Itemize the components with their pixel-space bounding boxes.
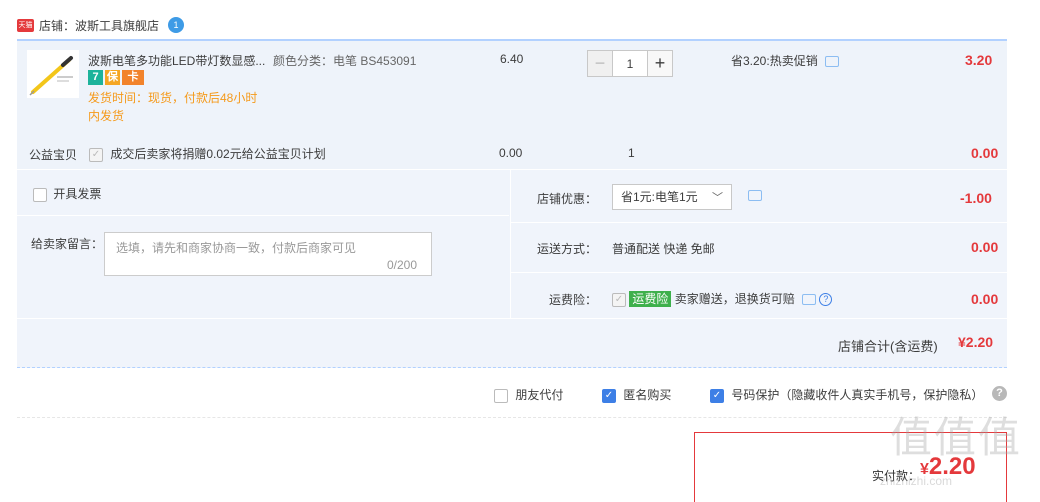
- number-protection-option[interactable]: ✓ 号码保护（隐藏收件人真实手机号，保护隐私）: [710, 386, 983, 403]
- tmall-badge: 天猫: [17, 18, 34, 32]
- friend-pay-option[interactable]: 朋友代付: [494, 386, 563, 403]
- discount-comment-icon[interactable]: [748, 190, 762, 201]
- insurance-badge: 运费险: [629, 291, 672, 307]
- number-protection-checkbox[interactable]: ✓: [710, 388, 724, 403]
- friend-pay-label: 朋友代付: [515, 388, 564, 402]
- invoice-label: 开具发票: [53, 187, 102, 201]
- message-char-count: 0/200: [387, 258, 418, 272]
- shop-name[interactable]: 店铺：波斯工具旗舰店: [39, 17, 159, 34]
- insurance-amount: 0.00: [971, 291, 999, 307]
- divider: [510, 272, 1007, 273]
- shipping-time-line1: 发货时间：现货，付款后48小时: [88, 91, 258, 105]
- item-subtotal: 3.20: [965, 52, 993, 68]
- charity-qty: 1: [628, 146, 635, 160]
- chevron-down-icon: ﹀: [712, 192, 723, 204]
- shop-header: 天猫 店铺：波斯工具旗舰店 1: [17, 15, 185, 35]
- question-icon[interactable]: ?: [819, 293, 833, 307]
- product-thumbnail[interactable]: [27, 50, 79, 98]
- discount-select[interactable]: 省1元:电笔1元 ﹀: [612, 184, 732, 210]
- guarantee-icon[interactable]: 保: [105, 70, 120, 85]
- promotion-info: 省3.20:热卖促销: [731, 52, 840, 69]
- divider: [17, 318, 1007, 319]
- shipping-time-line2: 内发货: [88, 109, 125, 123]
- product-title[interactable]: 波斯电笔多功能LED带灯数显感...: [88, 52, 265, 69]
- charity-text: 成交后卖家将捐赠0.02元给公益宝贝计划: [110, 147, 326, 161]
- discount-selected: 省1元:电笔1元: [621, 190, 698, 204]
- quantity-stepper: − +: [587, 50, 673, 77]
- charity-item: ✓ 成交后卖家将捐赠0.02元给公益宝贝计划: [89, 145, 326, 162]
- shipping-method: 普通配送 快递 免邮: [612, 242, 715, 256]
- wangwang-chat-icon[interactable]: 1: [168, 17, 185, 33]
- increase-quantity-button[interactable]: +: [647, 50, 673, 77]
- divider: [17, 417, 1007, 418]
- message-placeholder: 选填，请先和商家协商一致，付款后商家可见: [116, 241, 357, 255]
- decrease-quantity-button[interactable]: −: [587, 50, 613, 77]
- seven-day-return-icon[interactable]: 7: [88, 70, 103, 85]
- watermark: 值值值: [890, 413, 1023, 462]
- shop-total-label: 店铺合计(含运费): [838, 339, 938, 354]
- insurance-text: 卖家赠送，退换货可赔: [674, 292, 795, 306]
- product-sku: 颜色分类：电笔 BS453091: [273, 54, 417, 68]
- shop-total-value: ¥2.20: [958, 334, 994, 350]
- charity-label: 公益宝贝: [29, 148, 78, 162]
- credit-card-icon[interactable]: 卡: [122, 70, 144, 85]
- discount-label: 店铺优惠：: [537, 192, 598, 206]
- service-tags: 7 保 卡: [88, 70, 144, 85]
- divider: [510, 222, 1007, 223]
- shipping-label: 运送方式：: [537, 242, 598, 256]
- promotion-text: 省3.20:热卖促销: [731, 54, 818, 68]
- invoice-option[interactable]: 开具发票: [33, 185, 101, 202]
- help-icon[interactable]: ?: [992, 386, 1007, 401]
- charity-price: 0.00: [499, 146, 523, 160]
- charity-checkbox: ✓: [89, 147, 103, 162]
- shipping-amount: 0.00: [971, 239, 999, 255]
- promo-comment-icon[interactable]: [825, 56, 840, 68]
- anonymous-purchase-label: 匿名购买: [623, 388, 672, 402]
- invoice-checkbox[interactable]: [33, 187, 47, 202]
- insurance-info: ✓ 运费险 卖家赠送，退换货可赔 ?: [612, 290, 833, 307]
- discount-amount: -1.00: [960, 190, 992, 206]
- unit-price: 6.40: [500, 52, 524, 66]
- message-label: 给卖家留言：: [31, 237, 104, 251]
- insurance-comment-icon[interactable]: [802, 294, 817, 306]
- number-protection-label: 号码保护（隐藏收件人真实手机号，保护隐私）: [731, 388, 984, 402]
- insurance-label: 运费险：: [549, 293, 598, 307]
- charity-subtotal: 0.00: [971, 145, 999, 161]
- anonymous-purchase-option[interactable]: ✓ 匿名购买: [602, 386, 671, 403]
- watermark-url: zhizhizhi.com: [880, 474, 953, 488]
- quantity-input[interactable]: [613, 50, 647, 77]
- friend-pay-checkbox[interactable]: [494, 388, 508, 403]
- shipping-time: 发货时间：现货，付款后48小时 内发货: [88, 89, 270, 125]
- insurance-checkbox: ✓: [612, 292, 626, 307]
- anonymous-purchase-checkbox[interactable]: ✓: [602, 388, 616, 403]
